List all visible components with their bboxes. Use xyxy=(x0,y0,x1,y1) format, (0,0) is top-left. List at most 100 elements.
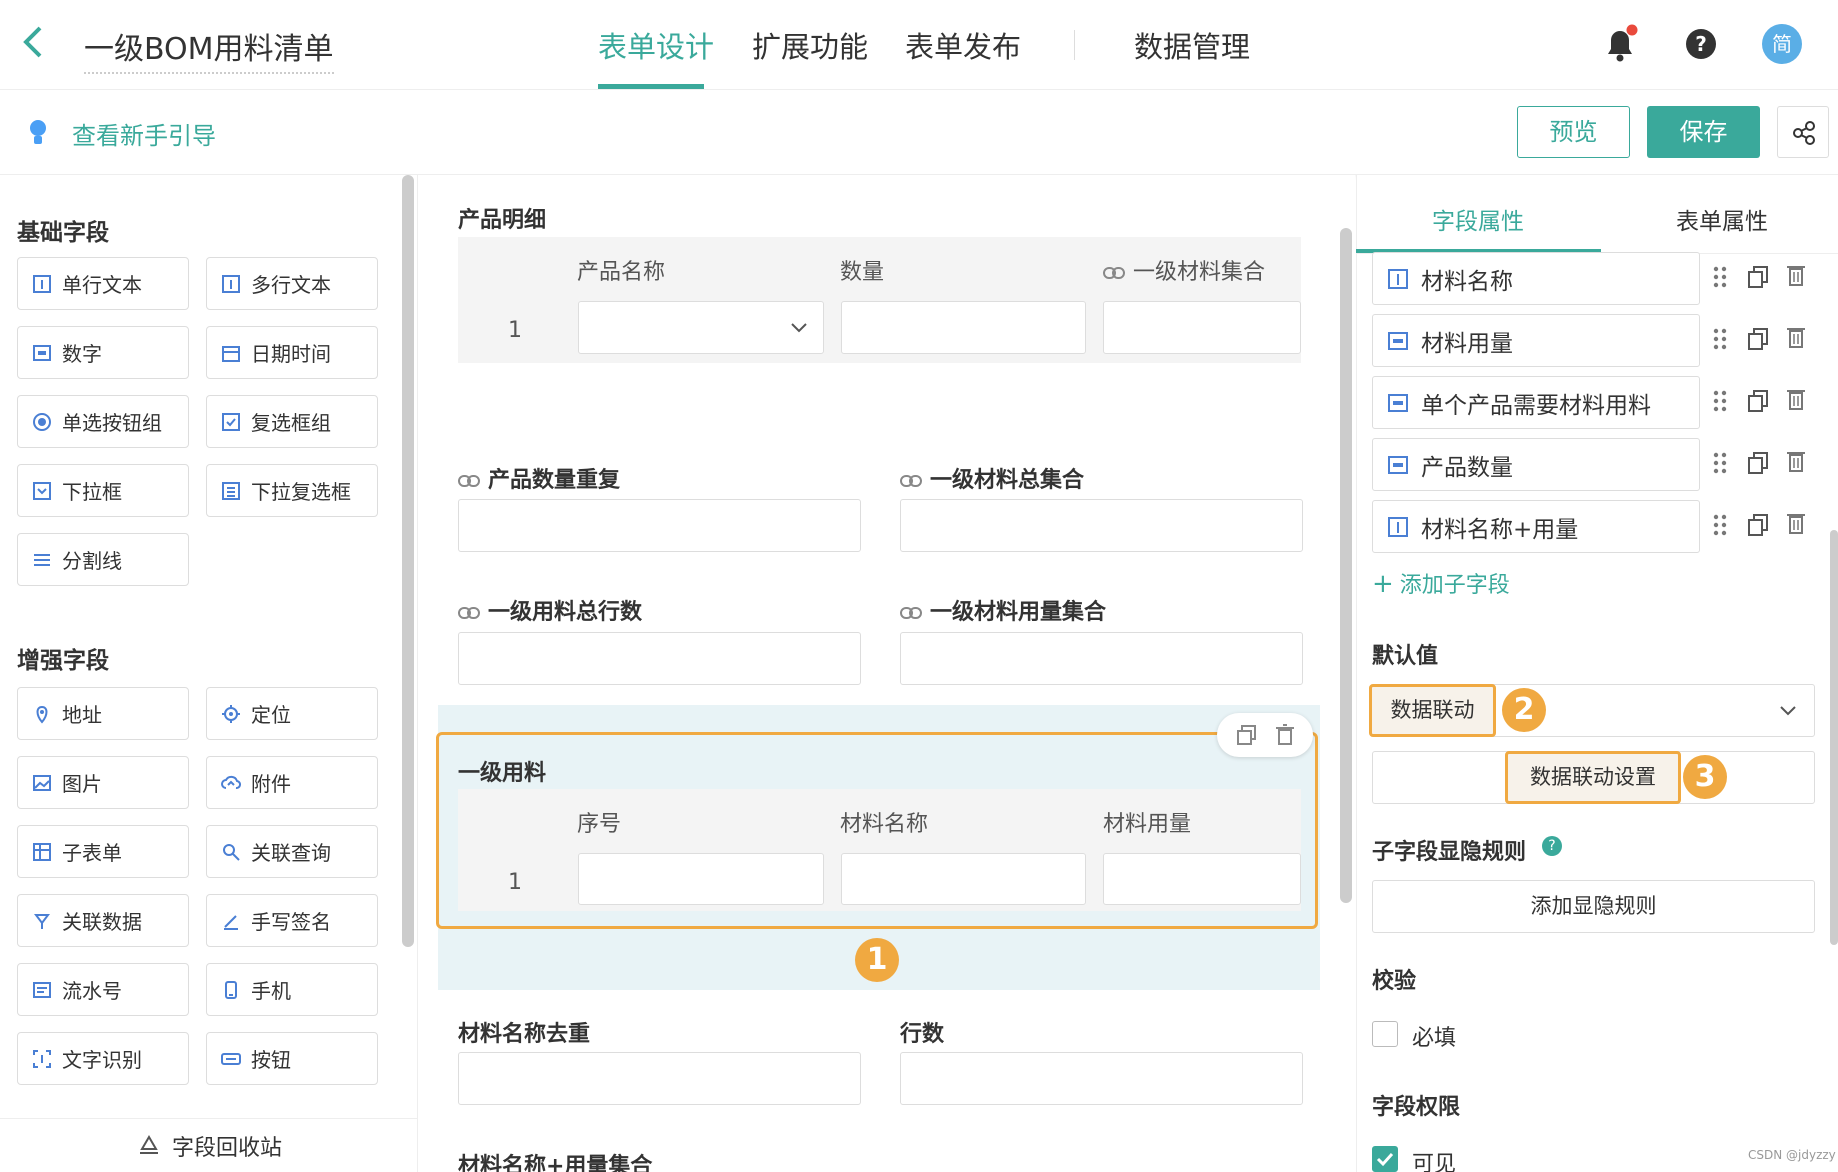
number-icon xyxy=(1388,393,1408,412)
field-mini-toolbar xyxy=(1217,713,1313,757)
visible-checkbox[interactable] xyxy=(1372,1146,1398,1172)
column-header: 产品名称 xyxy=(577,260,666,285)
tab-field-properties[interactable]: 字段属性 xyxy=(1432,202,1524,236)
beginner-guide-link[interactable]: 查看新手引导 xyxy=(72,116,216,151)
material-name-cell[interactable] xyxy=(841,853,1086,905)
copy-icon[interactable] xyxy=(1746,388,1770,414)
copy-icon[interactable] xyxy=(1746,450,1770,476)
field-number[interactable]: 数字 xyxy=(17,326,189,379)
copy-icon[interactable] xyxy=(1235,723,1259,747)
properties-scrollbar[interactable] xyxy=(1830,530,1838,945)
plus-icon: + xyxy=(1372,569,1394,599)
required-checkbox[interactable] xyxy=(1372,1021,1398,1047)
subfield-item[interactable]: 单个产品需要材料用料 xyxy=(1372,376,1700,429)
field-recycle-bin[interactable]: 字段回收站 xyxy=(0,1118,418,1172)
level1-total-rows-input[interactable] xyxy=(458,632,861,685)
field-related-data[interactable]: 关联数据 xyxy=(17,894,189,947)
calendar-icon xyxy=(222,345,240,362)
copy-icon[interactable] xyxy=(1746,326,1770,352)
field-phone[interactable]: 手机 xyxy=(206,963,378,1016)
product-name-select[interactable] xyxy=(578,301,824,354)
copy-icon[interactable] xyxy=(1746,512,1770,538)
subfield-item[interactable]: 材料名称 xyxy=(1372,252,1700,305)
level1-material-total-input[interactable] xyxy=(900,499,1303,552)
field-dropdown[interactable]: 下拉框 xyxy=(17,464,189,517)
field-divider[interactable]: 分割线 xyxy=(17,533,189,586)
add-subfield-link[interactable]: + 添加子字段 xyxy=(1372,567,1510,599)
help-icon[interactable]: ? xyxy=(1681,22,1721,66)
recycle-icon xyxy=(139,1134,158,1154)
field-single-line-text[interactable]: 单行文本 xyxy=(17,257,189,310)
divider-icon xyxy=(34,553,50,566)
material-usage-cell[interactable] xyxy=(1103,853,1301,905)
field-ocr[interactable]: 文字识别 xyxy=(17,1032,189,1085)
field-subform[interactable]: 子表单 xyxy=(17,825,189,878)
drag-handle-icon[interactable] xyxy=(1708,512,1732,538)
save-button[interactable]: 保存 xyxy=(1647,106,1760,158)
tab-form-properties[interactable]: 表单属性 xyxy=(1676,202,1768,236)
text-icon xyxy=(33,274,51,293)
top-bar: 一级BOM用料清单 表单设计 扩展功能 表单发布 数据管理 ? 简 xyxy=(0,0,1838,90)
quantity-input[interactable] xyxy=(841,301,1086,354)
field-address[interactable]: 地址 xyxy=(17,687,189,740)
drag-handle-icon[interactable] xyxy=(1708,326,1732,352)
help-circle-icon[interactable]: ? xyxy=(1542,836,1562,856)
trash-icon[interactable] xyxy=(1273,723,1297,747)
avatar[interactable]: 简 xyxy=(1762,24,1802,64)
field-button[interactable]: 按钮 xyxy=(206,1032,378,1085)
app-title[interactable]: 一级BOM用料清单 xyxy=(84,24,334,74)
canvas-scrollbar[interactable] xyxy=(1340,228,1352,903)
bell-icon[interactable] xyxy=(1600,22,1640,66)
field-multi-line-text[interactable]: 多行文本 xyxy=(206,257,378,310)
add-visibility-rule-button[interactable]: 添加显隐规则 xyxy=(1372,880,1815,933)
material-set-input[interactable] xyxy=(1103,301,1301,354)
preview-button[interactable]: 预览 xyxy=(1517,106,1630,158)
dropdown-icon xyxy=(33,481,51,500)
tab-extensions[interactable]: 扩展功能 xyxy=(752,24,868,66)
subfield-item[interactable]: 产品数量 xyxy=(1372,438,1700,491)
field-location[interactable]: 定位 xyxy=(206,687,378,740)
tab-form-design[interactable]: 表单设计 xyxy=(598,24,714,66)
trash-icon[interactable] xyxy=(1784,386,1808,412)
drag-handle-icon[interactable] xyxy=(1708,450,1732,476)
data-linkage-settings-button[interactable]: 数据联动设置 xyxy=(1505,751,1681,804)
row-count-input[interactable] xyxy=(900,1052,1303,1105)
level1-material-usage-input[interactable] xyxy=(900,632,1303,685)
trash-icon[interactable] xyxy=(1784,510,1808,536)
field-checkbox-group[interactable]: 复选框组 xyxy=(206,395,378,448)
share-button[interactable] xyxy=(1777,106,1829,158)
trash-icon[interactable] xyxy=(1784,324,1808,350)
column-header: 材料名称 xyxy=(840,812,929,837)
trash-icon[interactable] xyxy=(1784,448,1808,474)
tab-data-management[interactable]: 数据管理 xyxy=(1134,24,1250,66)
serial-icon xyxy=(33,981,51,998)
palette-scrollbar[interactable] xyxy=(402,175,414,947)
field-serial-number[interactable]: 流水号 xyxy=(17,963,189,1016)
product-qty-repeat-input[interactable] xyxy=(458,499,861,552)
field-image[interactable]: 图片 xyxy=(17,756,189,809)
trash-icon[interactable] xyxy=(1784,262,1808,288)
column-header: 材料用量 xyxy=(1103,812,1192,837)
field-radio-group[interactable]: 单选按钮组 xyxy=(17,395,189,448)
field-attachment[interactable]: 附件 xyxy=(206,756,378,809)
field-datetime[interactable]: 日期时间 xyxy=(206,326,378,379)
field-related-query[interactable]: 关联查询 xyxy=(206,825,378,878)
drag-handle-icon[interactable] xyxy=(1708,388,1732,414)
tab-form-publish[interactable]: 表单发布 xyxy=(905,24,1021,66)
field-signature[interactable]: 手写签名 xyxy=(206,894,378,947)
field-label: 产品数量重复 xyxy=(458,462,620,494)
validation-label: 校验 xyxy=(1372,969,1417,994)
drag-handle-icon[interactable] xyxy=(1708,264,1732,290)
material-name-dedupe-input[interactable] xyxy=(458,1052,861,1105)
link-icon xyxy=(458,475,480,487)
subfield-item[interactable]: 材料名称+用量 xyxy=(1372,500,1700,553)
back-arrow-icon[interactable] xyxy=(18,22,48,62)
field-label: 一级材料总集合 xyxy=(900,462,1084,494)
copy-icon[interactable] xyxy=(1746,264,1770,290)
subfield-item[interactable]: 材料用量 xyxy=(1372,314,1700,367)
field-dropdown-multi[interactable]: 下拉复选框 xyxy=(206,464,378,517)
svg-text:?: ? xyxy=(1695,32,1707,56)
serial-cell[interactable] xyxy=(578,853,824,905)
default-value-option[interactable]: 数据联动 xyxy=(1369,684,1496,737)
field-permission-label: 字段权限 xyxy=(1372,1095,1461,1120)
